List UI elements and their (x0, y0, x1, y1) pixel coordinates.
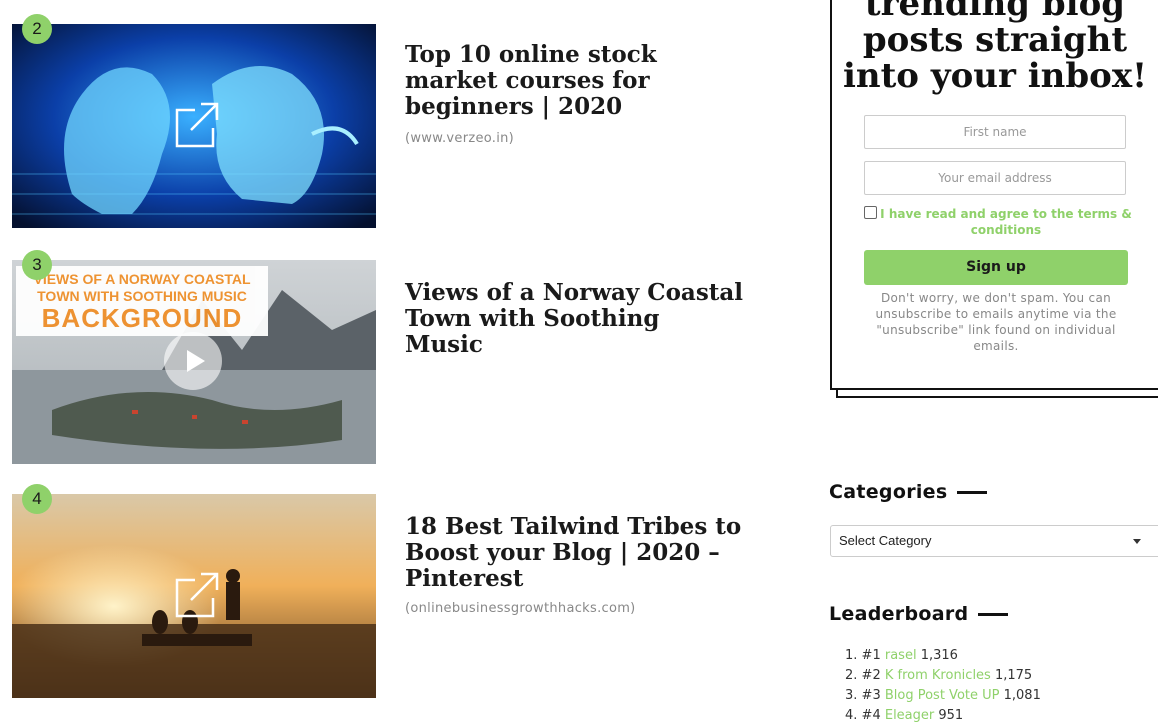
newsletter-heading: trending blog posts straight into your i… (842, 0, 1148, 96)
sign-up-button[interactable]: Sign up (864, 250, 1128, 285)
leaderboard-user-link[interactable]: K from Kronicles (885, 668, 991, 683)
item-domain: (onlinebusinessgrowthhacks.com) (405, 601, 636, 616)
chevron-down-icon (1133, 539, 1141, 544)
first-name-field[interactable]: First name (864, 115, 1126, 149)
email-field[interactable]: Your email address (864, 161, 1126, 195)
leaderboard-user-link[interactable]: Blog Post Vote UP (885, 688, 1000, 703)
rank-badge: 4 (22, 484, 52, 514)
leaderboard-title: Leaderboard (829, 603, 1009, 625)
leaderboard-entry: 1. #1 rasel 1,316 (845, 648, 958, 663)
leaderboard-user-link[interactable]: rasel (885, 648, 917, 663)
item-title[interactable]: 18 Best Tailwind Tribes to Boost your Bl… (405, 514, 745, 622)
categories-title-text: Categories (829, 481, 948, 503)
item-title[interactable]: Views of a Norway Coastal Town with Soot… (405, 280, 745, 358)
item-domain: (www.verzeo.in) (405, 131, 515, 146)
title-underline (957, 491, 988, 494)
leaderboard-title-text: Leaderboard (829, 603, 969, 625)
newsletter-note: Don't worry, we don't spam. You can unsu… (875, 291, 1117, 353)
list-item: 3 VIEWS OF A NORWAY COASTAL TOWN WITH SO… (12, 250, 772, 464)
list-item: 2 Top 10 online stock market courses for… (12, 14, 772, 230)
item-title-text[interactable]: Top 10 online stock market courses for b… (405, 41, 657, 120)
rank-badge: 3 (22, 250, 52, 280)
leaderboard-list: 1. #1 rasel 1,316 2. #2 K from Kronicles… (845, 646, 1041, 726)
rank-badge: 2 (22, 14, 52, 44)
leaderboard-entry: 2. #2 K from Kronicles 1,175 (845, 668, 1033, 683)
external-link-icon (175, 572, 219, 618)
title-underline (978, 613, 1009, 616)
agree-checkbox[interactable] (864, 206, 877, 219)
list-item: 4 18 Best Tailwind Tribes to Boost your … (12, 484, 772, 698)
play-icon[interactable] (164, 332, 222, 390)
leaderboard-entry: 3. #3 Blog Post Vote UP 1,081 (845, 688, 1041, 703)
item-title-text[interactable]: Views of a Norway Coastal Town with Soot… (405, 279, 743, 358)
item-title-text[interactable]: 18 Best Tailwind Tribes to Boost your Bl… (405, 513, 741, 592)
category-select-value: Select Category (839, 533, 932, 548)
item-title[interactable]: Top 10 online stock market courses for b… (405, 42, 745, 152)
agree-label[interactable]: I have read and agree to the terms & con… (880, 206, 1132, 238)
thumbnail-caption: VIEWS OF A NORWAY COASTAL TOWN WITH SOOT… (16, 266, 268, 336)
category-select[interactable]: Select Category (830, 525, 1158, 557)
categories-title: Categories (829, 481, 988, 503)
leaderboard-entry: 4. #4 Eleager 951 (845, 708, 964, 723)
external-link-icon (175, 102, 219, 148)
